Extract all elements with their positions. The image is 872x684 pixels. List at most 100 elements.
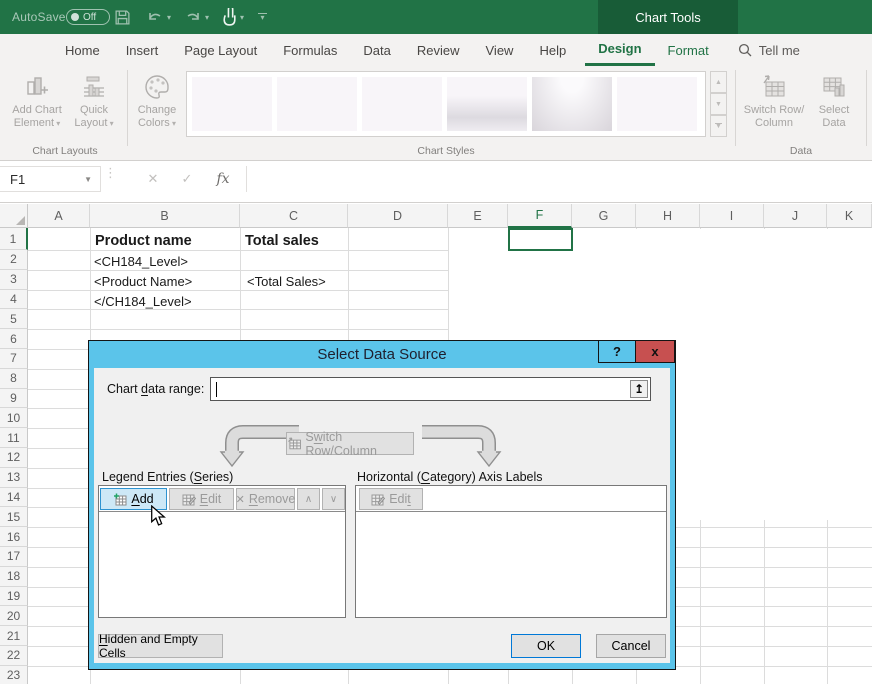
row-header-10[interactable]: 10 [0,408,28,428]
hidden-and-empty-cells-button[interactable]: Hidden and Empty Cells [98,634,223,658]
column-header-G[interactable]: G [572,204,636,228]
redo-button[interactable]: ▾ [184,0,209,34]
row-header-3[interactable]: 3 [0,270,28,290]
row-header-19[interactable]: 19 [0,587,28,607]
tab-review[interactable]: Review [404,34,473,66]
column-header-K[interactable]: K [827,204,872,228]
axis-labels-list[interactable]: Edit [355,485,667,618]
selected-cell-F1[interactable] [508,228,573,251]
change-colors-button[interactable]: Change Colors [131,70,183,146]
row-header-16[interactable]: 16 [0,527,28,547]
row-header-17[interactable]: 17 [0,547,28,567]
column-header-F[interactable]: F [508,204,572,228]
row-header-11[interactable]: 11 [0,428,28,448]
name-box-caret-icon[interactable]: ▼ [84,175,92,184]
cell-C1[interactable]: Total sales [245,233,319,249]
cell-B4[interactable]: </CH184_Level> [94,294,192,309]
undo-button[interactable]: ▾ [146,0,171,34]
gallery-more-button[interactable]: ▼ [710,115,727,137]
customize-qat-button[interactable]: ▾ [258,0,267,34]
row-header-7[interactable]: 7 [0,349,28,369]
move-up-button[interactable]: ∧ [297,488,320,510]
edit-axis-labels-button[interactable]: Edit [359,488,423,510]
column-header-C[interactable]: C [240,204,348,228]
chart-style-thumbnail[interactable] [362,77,442,131]
tab-home[interactable]: Home [52,34,113,66]
select-all-corner[interactable] [0,204,28,228]
row-header-22[interactable]: 22 [0,646,28,666]
switch-row-column-ribbon-button[interactable]: Switch Row/ Column [742,70,806,146]
chart-style-thumbnail[interactable] [532,77,612,131]
cancel-button[interactable]: Cancel [596,634,666,658]
tell-me-box[interactable]: Tell me [738,34,800,66]
row-header-13[interactable]: 13 [0,468,28,488]
row-header-12[interactable]: 12 [0,448,28,468]
chart-style-thumbnail[interactable] [277,77,357,131]
range-collapse-button[interactable]: ↥ [630,380,648,398]
gallery-scroll-down-button[interactable]: ▼ [710,93,727,115]
chart-style-thumbnail[interactable] [447,77,527,131]
cell-B2[interactable]: <CH184_Level> [94,254,188,269]
redo-caret-icon[interactable]: ▾ [205,13,209,22]
ok-button[interactable]: OK [511,634,581,658]
cancel-entry-button[interactable]: ✕ [138,166,168,192]
move-down-button[interactable]: ∨ [322,488,345,510]
save-button[interactable] [114,0,131,34]
row-header-4[interactable]: 4 [0,290,28,310]
row-header-23[interactable]: 23 [0,666,28,684]
chart-styles-gallery[interactable] [186,71,706,137]
tab-insert[interactable]: Insert [113,34,172,66]
switch-row-column-dialog-button[interactable]: Switch Row/Column [286,432,414,455]
edit-series-button[interactable]: Edit [169,488,234,510]
add-chart-element-button[interactable]: Add Chart Element [8,70,66,146]
column-header-J[interactable]: J [764,204,827,228]
column-header-I[interactable]: I [700,204,764,228]
tab-format[interactable]: Format [655,34,722,66]
autosave-toggle[interactable]: Off [66,0,110,34]
row-header-18[interactable]: 18 [0,567,28,587]
dialog-close-button[interactable]: x [635,340,675,363]
row-header-2[interactable]: 2 [0,250,28,270]
tab-view[interactable]: View [473,34,527,66]
chart-data-range-input[interactable]: ↥ [210,377,651,401]
row-header-5[interactable]: 5 [0,309,28,329]
legend-entries-list[interactable]: Add Edit ✕ Remove ∧ [98,485,346,618]
row-header-1[interactable]: 1 [0,228,28,250]
tab-help[interactable]: Help [526,34,579,66]
chart-style-thumbnail[interactable] [617,77,697,131]
dialog-help-button[interactable]: ? [598,340,635,363]
insert-function-button[interactable]: fx [208,166,238,192]
undo-caret-icon[interactable]: ▾ [167,13,171,22]
chart-style-thumbnail[interactable] [192,77,272,131]
row-header-8[interactable]: 8 [0,369,28,389]
autosave-toggle-pill[interactable]: Off [66,9,110,25]
select-data-ribbon-button[interactable]: Select Data [808,70,860,146]
row-header-20[interactable]: 20 [0,606,28,626]
tab-data[interactable]: Data [350,34,403,66]
touch-mouse-mode-button[interactable]: ▾ [222,0,244,34]
column-header-E[interactable]: E [448,204,508,228]
column-header-B[interactable]: B [90,204,240,228]
tab-design[interactable]: Design [585,34,654,66]
row-header-6[interactable]: 6 [0,329,28,349]
row-header-15[interactable]: 15 [0,507,28,527]
quick-layout-button[interactable]: Quick Layout [66,70,122,146]
column-header-H[interactable]: H [636,204,700,228]
tab-page-layout[interactable]: Page Layout [171,34,270,66]
name-box[interactable]: F1 ▼ [0,166,101,192]
cell-C3[interactable]: <Total Sales> [247,274,326,289]
row-header-21[interactable]: 21 [0,626,28,646]
gallery-scroll-up-button[interactable]: ▲ [710,71,727,93]
formula-input[interactable] [250,166,870,192]
row-header-14[interactable]: 14 [0,488,28,508]
formula-bar-grip[interactable]: ⋮ [104,170,117,176]
cell-B3[interactable]: <Product Name> [94,274,192,289]
row-header-9[interactable]: 9 [0,389,28,409]
remove-series-button[interactable]: ✕ Remove [236,488,295,510]
cell-B1[interactable]: Product name [95,233,192,249]
tab-formulas[interactable]: Formulas [270,34,350,66]
column-header-A[interactable]: A [28,204,90,228]
enter-entry-button[interactable]: ✓ [172,166,202,192]
column-header-D[interactable]: D [348,204,448,228]
touch-mode-caret-icon[interactable]: ▾ [240,13,244,22]
